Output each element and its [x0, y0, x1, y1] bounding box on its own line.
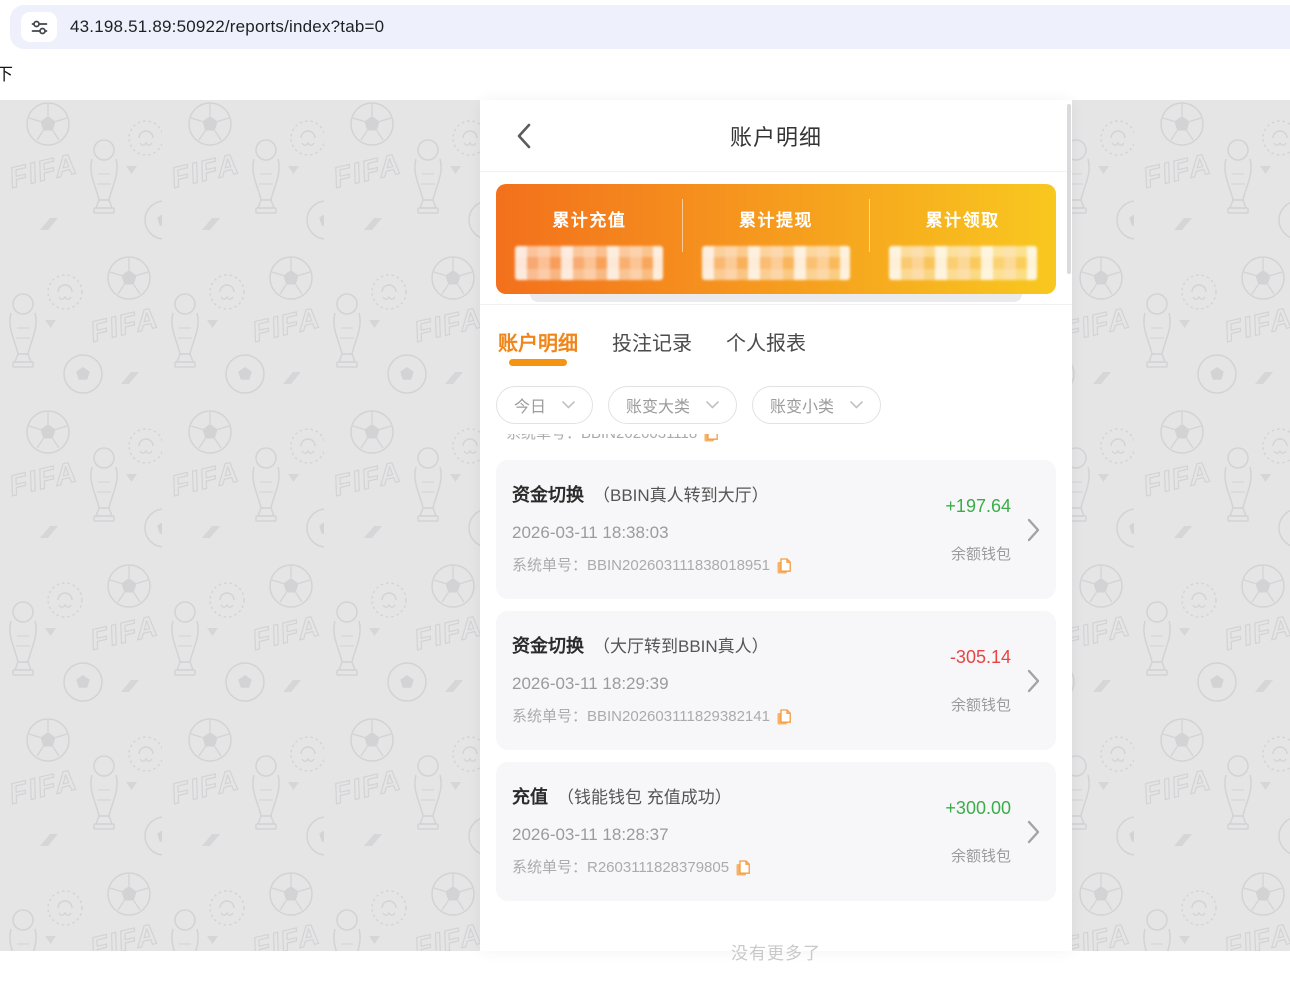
- chevron-down-icon: [850, 401, 863, 409]
- row-datetime: 2026-03-11 18:28:37: [512, 825, 945, 845]
- chevron-right-icon: [1027, 820, 1040, 844]
- summary-col-claim: 累计领取: [869, 184, 1056, 294]
- chevron-left-icon: [516, 123, 532, 149]
- app-panel: 账户明细 累计充值 累计提现 累计领取 账户明细 投注: [480, 100, 1072, 951]
- tab-label: 个人报表: [726, 333, 806, 355]
- row-order-line: 系统单号：BBIN202603111829382141: [512, 708, 950, 726]
- row-datetime: 2026-03-11 18:38:03: [512, 523, 945, 543]
- transaction-row[interactable]: 资金切换 （大厅转到BBIN真人） 2026-03-11 18:29:39 系统单…: [496, 611, 1056, 750]
- list-end-text: 没有更多了: [480, 913, 1072, 994]
- tune-icon: [31, 20, 48, 35]
- chevron-down-icon: [706, 401, 719, 409]
- amount: +197.64: [945, 496, 1011, 517]
- tab-account-detail[interactable]: 账户明细: [496, 327, 580, 372]
- card-stack-shadow: [530, 294, 1022, 302]
- row-amount-block: +197.64 余额钱包: [945, 484, 1011, 575]
- summary-divider: [869, 199, 870, 252]
- row-info: 资金切换 （BBIN真人转到大厅） 2026-03-11 18:38:03 系统单…: [512, 484, 945, 575]
- censored-value: [515, 246, 663, 280]
- row-amount-block: +300.00 余额钱包: [945, 786, 1011, 877]
- row-info: 充值 （钱能钱包 充值成功） 2026-03-11 18:28:37 系统单号：R…: [512, 786, 945, 877]
- tab-personal-report[interactable]: 个人报表: [724, 327, 808, 372]
- summary-col-withdraw: 累计提现: [683, 184, 870, 294]
- transaction-row[interactable]: 资金切换 （BBIN真人转到大厅） 2026-03-11 18:38:03 系统单…: [496, 460, 1056, 599]
- chevron-down-icon: [562, 401, 575, 409]
- tab-label: 账户明细: [498, 333, 578, 355]
- row-type-label: 资金切换: [512, 485, 584, 505]
- scrollbar-thumb[interactable]: [1067, 104, 1071, 274]
- order-number-clipped: 系统单号：BBIN2026031118: [506, 434, 697, 443]
- order-number: 系统单号：BBIN202603111838018951: [512, 557, 770, 575]
- row-description: （大厅转到BBIN真人）: [593, 637, 769, 656]
- app-header: 账户明细: [480, 100, 1072, 172]
- page-title: 账户明细: [730, 120, 822, 152]
- tab-bet-records[interactable]: 投注记录: [610, 327, 694, 372]
- summary-label: 累计充值: [552, 206, 626, 231]
- censored-value: [702, 246, 850, 280]
- summary-divider: [682, 199, 683, 252]
- filter-date-dropdown[interactable]: 今日: [496, 386, 593, 424]
- chevron-right-icon: [1027, 518, 1040, 542]
- filter-bar: 今日 账变大类 账变小类: [480, 372, 1072, 430]
- row-amount-block: -305.14 余额钱包: [950, 635, 1011, 726]
- row-datetime: 2026-03-11 18:29:39: [512, 674, 950, 694]
- order-number: 系统单号：BBIN202603111829382141: [512, 708, 770, 726]
- back-button[interactable]: [506, 118, 542, 154]
- filter-label: 账变大类: [626, 393, 690, 417]
- row-type: 资金切换 （大厅转到BBIN真人）: [512, 635, 950, 658]
- chevron-right-icon: [1027, 669, 1040, 693]
- summary-card: 累计充值 累计提现 累计领取: [496, 184, 1056, 294]
- wallet-label: 余额钱包: [951, 543, 1011, 564]
- row-description: （BBIN真人转到大厅）: [593, 486, 769, 505]
- clipped-page-text: 下: [0, 60, 13, 85]
- summary-col-recharge: 累计充值: [496, 184, 683, 294]
- tab-label: 投注记录: [612, 333, 692, 355]
- summary-section: 累计充值 累计提现 累计领取: [480, 172, 1072, 302]
- transaction-list: 系统单号：BBIN2026031118 资金切换 （BBIN真人转到大厅） 202…: [480, 434, 1072, 994]
- amount: -305.14: [950, 647, 1011, 668]
- row-type: 资金切换 （BBIN真人转到大厅）: [512, 484, 945, 507]
- active-tab-underline: [509, 359, 567, 366]
- censored-value: [889, 246, 1037, 280]
- wallet-label: 余额钱包: [951, 845, 1011, 866]
- panel-scrollbar[interactable]: [1067, 100, 1072, 951]
- wallet-label: 余额钱包: [951, 694, 1011, 715]
- filter-major-type-dropdown[interactable]: 账变大类: [608, 386, 737, 424]
- copy-icon[interactable]: [777, 558, 791, 574]
- row-type-label: 资金切换: [512, 636, 584, 656]
- summary-label: 累计提现: [739, 206, 813, 231]
- site-settings-button[interactable]: [21, 12, 57, 42]
- copy-icon[interactable]: [777, 709, 791, 725]
- copy-icon[interactable]: [736, 860, 750, 876]
- row-order-line: 系统单号：R2603111828379805: [512, 859, 945, 877]
- url-text[interactable]: 43.198.51.89:50922/reports/index?tab=0: [70, 17, 384, 37]
- url-bar[interactable]: 43.198.51.89:50922/reports/index?tab=0: [10, 5, 1290, 49]
- row-type: 充值 （钱能钱包 充值成功）: [512, 786, 945, 809]
- row-description: （钱能钱包 充值成功）: [557, 788, 732, 807]
- filter-label: 今日: [514, 393, 546, 417]
- order-number: 系统单号：R2603111828379805: [512, 859, 729, 877]
- row-type-label: 充值: [512, 787, 548, 807]
- filter-minor-type-dropdown[interactable]: 账变小类: [752, 386, 881, 424]
- summary-label: 累计领取: [926, 206, 1000, 231]
- transaction-row[interactable]: 充值 （钱能钱包 充值成功） 2026-03-11 18:28:37 系统单号：R…: [496, 762, 1056, 901]
- filter-label: 账变小类: [770, 393, 834, 417]
- row-info: 资金切换 （大厅转到BBIN真人） 2026-03-11 18:29:39 系统单…: [512, 635, 950, 726]
- partially-scrolled-row: 系统单号：BBIN2026031118: [496, 434, 1056, 443]
- copy-icon[interactable]: [704, 434, 718, 442]
- amount: +300.00: [945, 798, 1011, 819]
- browser-chrome: 43.198.51.89:50922/reports/index?tab=0: [0, 0, 1290, 56]
- tab-bar: 账户明细 投注记录 个人报表: [480, 305, 1072, 372]
- row-order-line: 系统单号：BBIN202603111838018951: [512, 557, 945, 575]
